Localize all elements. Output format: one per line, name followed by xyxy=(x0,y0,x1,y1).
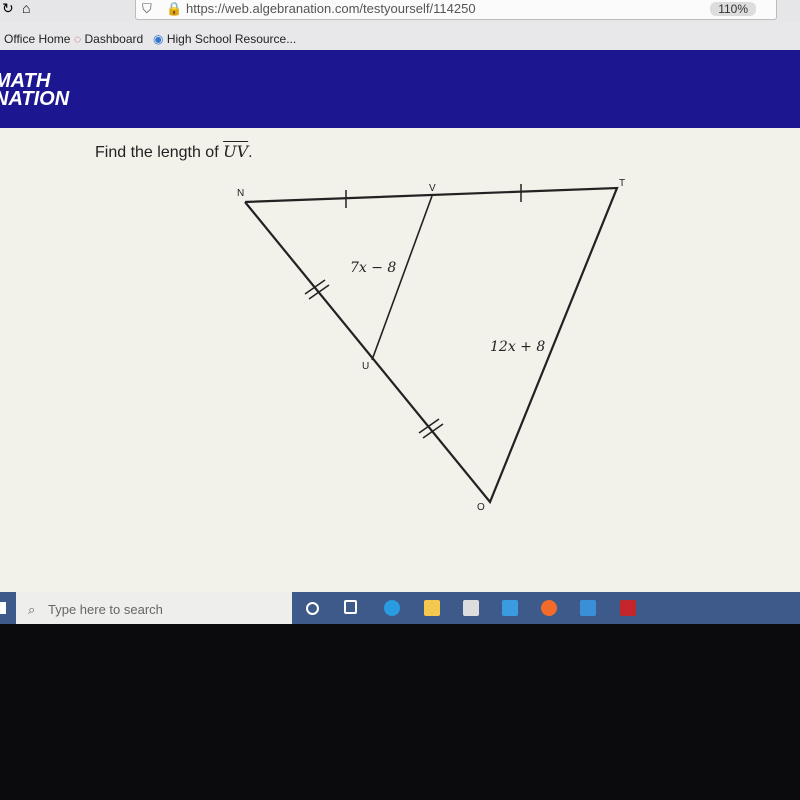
task-view-icon[interactable] xyxy=(344,600,357,614)
point-t: T xyxy=(619,178,625,189)
label-ot: 12x + 8 xyxy=(490,339,545,355)
taskbar: ⌕ Type here to search xyxy=(0,592,800,624)
photos-icon[interactable] xyxy=(580,600,596,616)
point-v: V xyxy=(429,183,436,194)
cortana-icon[interactable] xyxy=(306,602,319,615)
start-button[interactable] xyxy=(0,602,6,614)
point-o: O xyxy=(477,502,485,513)
taskbar-search[interactable]: ⌕ Type here to search xyxy=(16,592,292,624)
file-explorer-icon[interactable] xyxy=(424,600,440,616)
point-u: U xyxy=(362,361,369,372)
search-icon: ⌕ xyxy=(28,602,36,617)
label-uv: 7x − 8 xyxy=(350,260,396,276)
firefox-icon[interactable] xyxy=(541,600,557,616)
mail-icon[interactable] xyxy=(502,600,518,616)
store-icon[interactable] xyxy=(463,600,479,616)
acrobat-icon[interactable] xyxy=(620,600,636,616)
edge-icon[interactable] xyxy=(384,600,400,616)
segment-uv xyxy=(371,195,433,361)
triangle-nto xyxy=(244,186,619,505)
triangle-figure: N V T U O 7x − 8 12x + 8 xyxy=(237,178,625,513)
point-n: N xyxy=(237,188,244,199)
